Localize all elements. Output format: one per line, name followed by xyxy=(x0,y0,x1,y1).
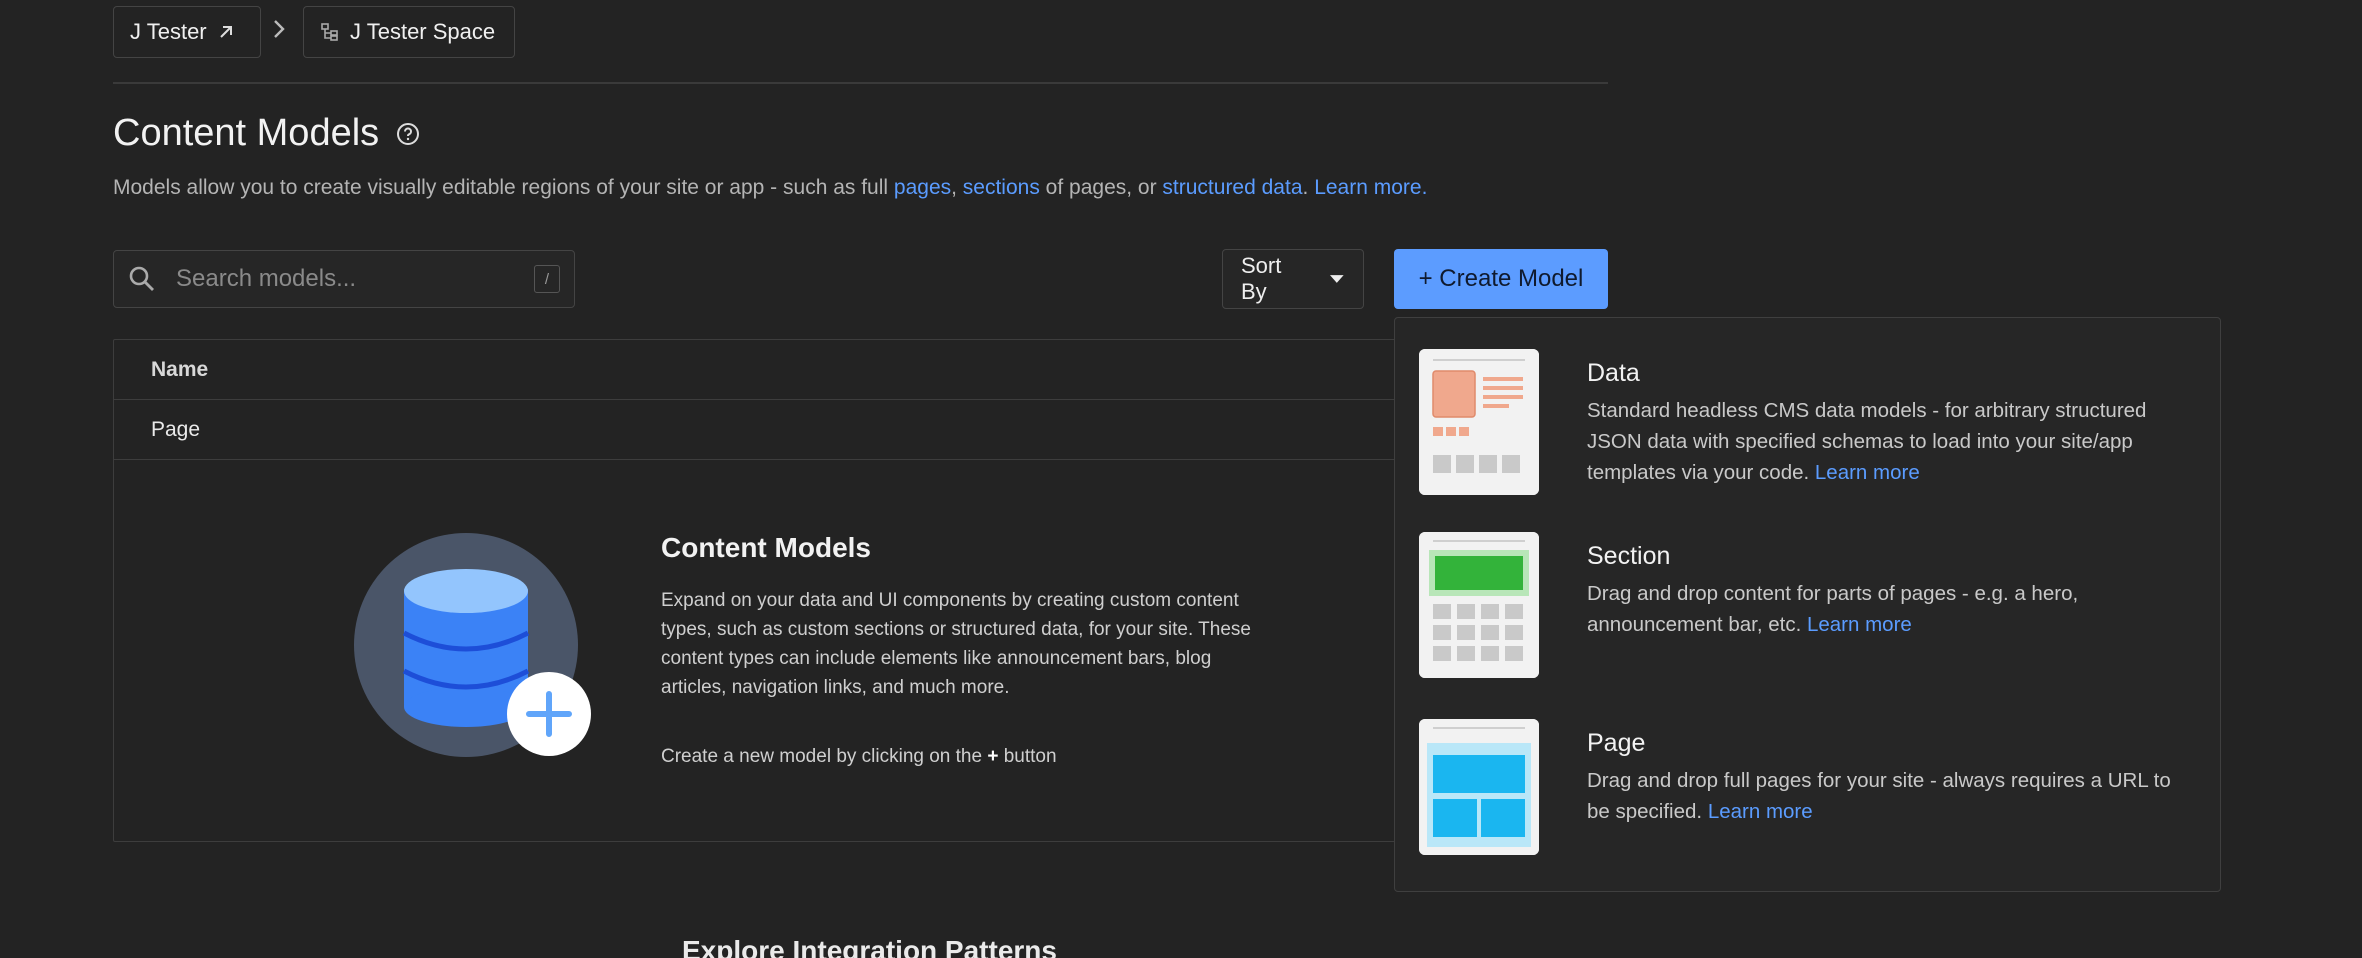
page-subtitle: Models allow you to create visually edit… xyxy=(113,176,1427,200)
subtitle-text: Models allow you to create visually edit… xyxy=(113,176,894,199)
breadcrumb-org[interactable]: J Tester xyxy=(113,6,261,58)
search-box[interactable]: / xyxy=(113,250,575,308)
search-icon xyxy=(129,266,154,291)
breadcrumb-org-label: J Tester xyxy=(130,19,207,44)
database-add-illustration xyxy=(354,533,591,757)
option-learn-more-link[interactable]: Learn more xyxy=(1708,800,1813,823)
help-icon[interactable] xyxy=(395,121,421,147)
menu-option-description: Standard headless CMS data models - for … xyxy=(1587,395,2177,488)
header-divider xyxy=(113,82,1608,84)
sort-by-label: Sort By xyxy=(1241,253,1282,304)
menu-option-title: Page xyxy=(1587,729,1646,757)
empty-state-description: Expand on your data and UI components by… xyxy=(661,590,1251,698)
menu-option-title: Data xyxy=(1587,359,1640,387)
table-header-name[interactable]: Name xyxy=(114,340,1532,400)
structured-data-link[interactable]: structured data xyxy=(1162,176,1302,199)
option-learn-more-link[interactable]: Learn more xyxy=(1815,461,1920,484)
hint-text-end: button xyxy=(998,746,1057,767)
subtitle-sep: , xyxy=(951,176,963,199)
space-tree-icon xyxy=(321,23,338,41)
models-table: Name Page Content Models Expand on your … xyxy=(113,339,1533,842)
page-title-text: Content Models xyxy=(113,112,380,154)
search-input[interactable] xyxy=(176,265,534,293)
menu-option-page[interactable]: Page Drag and drop full pages for your s… xyxy=(1419,719,2199,869)
hint-text: Create a new model by clicking on the xyxy=(661,746,988,767)
breadcrumb-space[interactable]: J Tester Space xyxy=(303,6,515,58)
subtitle-mid: of pages, or xyxy=(1039,176,1163,199)
hint-plus: + xyxy=(987,746,999,767)
create-model-button[interactable]: + Create Model xyxy=(1394,249,1608,309)
empty-state-title: Content Models xyxy=(661,532,871,563)
option-desc-text: Drag and drop full pages for your site -… xyxy=(1587,769,2171,823)
sections-link[interactable]: sections xyxy=(963,176,1040,199)
data-model-thumbnail xyxy=(1419,349,1539,495)
caret-down-icon xyxy=(1330,275,1345,283)
sort-by-dropdown[interactable]: Sort By xyxy=(1222,249,1364,309)
menu-option-description: Drag and drop full pages for your site -… xyxy=(1587,765,2177,827)
learn-more-link[interactable]: Learn more. xyxy=(1314,176,1427,199)
menu-option-data[interactable]: Data Standard headless CMS data models -… xyxy=(1419,349,2199,499)
menu-option-description: Drag and drop content for parts of pages… xyxy=(1587,578,2177,640)
option-learn-more-link[interactable]: Learn more xyxy=(1807,613,1912,636)
subtitle-sep2: . xyxy=(1302,176,1315,199)
table-row[interactable]: Page xyxy=(114,400,1532,460)
search-shortcut-badge: / xyxy=(534,265,560,293)
breadcrumb-space-label: J Tester Space xyxy=(350,19,496,44)
table-cell-name: Page xyxy=(151,417,201,441)
empty-state-hint: Create a new model by clicking on the + … xyxy=(661,746,1057,768)
chevron-right-icon xyxy=(274,20,285,38)
external-link-icon xyxy=(219,26,232,38)
explore-heading: Explore Integration Patterns xyxy=(682,935,1057,958)
menu-option-title: Section xyxy=(1587,542,1671,570)
section-model-thumbnail xyxy=(1419,532,1539,678)
create-model-menu: Data Standard headless CMS data models -… xyxy=(1394,317,2221,892)
page-model-thumbnail xyxy=(1419,719,1539,855)
page-title: Content Models xyxy=(113,112,421,155)
menu-option-section[interactable]: Section Drag and drop content for parts … xyxy=(1419,532,2199,682)
pages-link[interactable]: pages xyxy=(894,176,951,199)
